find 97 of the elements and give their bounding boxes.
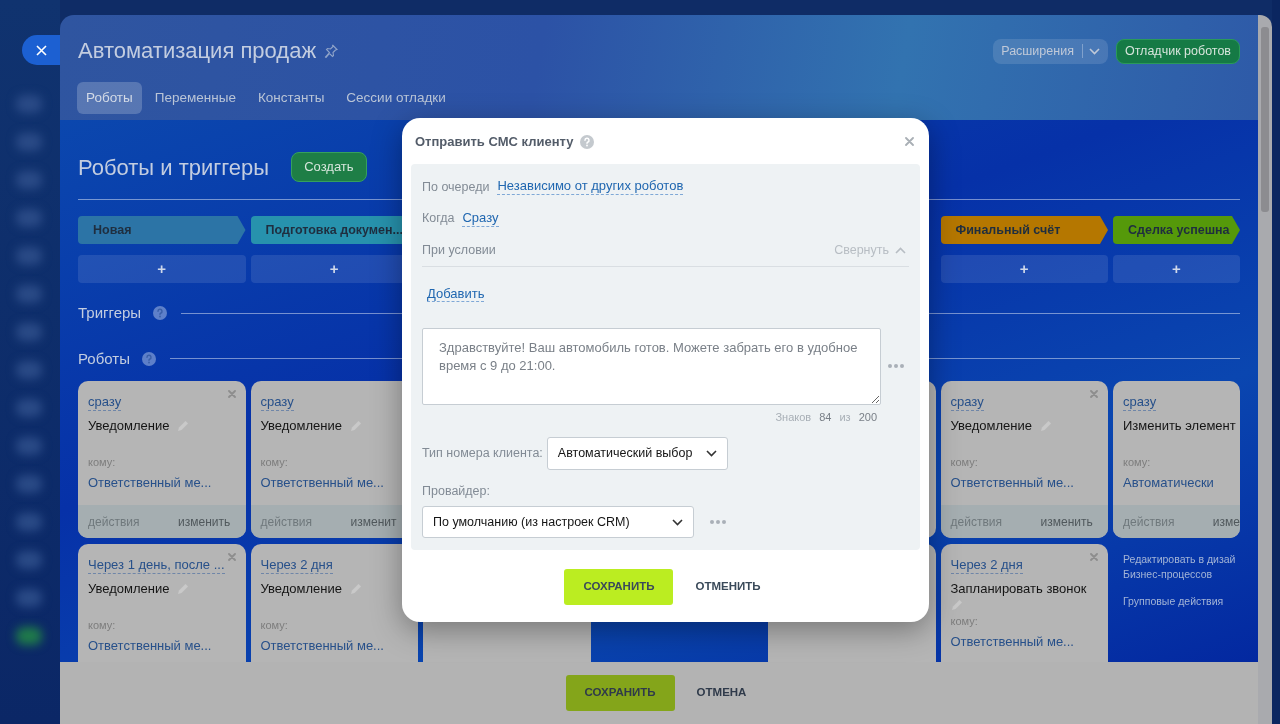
counter-label: Знаков (775, 409, 812, 425)
tab[interactable]: Константы (248, 82, 334, 115)
debugger-button[interactable]: Отладчик роботов (1115, 38, 1240, 64)
robot-title: Уведомление (260, 580, 342, 598)
scrollbar[interactable] (1258, 15, 1272, 724)
timing-link[interactable]: сразу (950, 394, 984, 411)
close-icon[interactable] (227, 553, 236, 561)
value-link[interactable]: Независимо от других роботов (497, 178, 684, 196)
edit-link[interactable]: изменить (1040, 512, 1093, 531)
create-button[interactable]: Создать (291, 152, 367, 182)
chevron-down-icon (672, 518, 683, 526)
timing-link[interactable]: Через 2 дня (260, 557, 333, 574)
recipient-link[interactable]: Ответственный ме... (88, 636, 212, 656)
tab[interactable]: Роботы (77, 82, 142, 115)
timing-link[interactable]: сразу (88, 394, 122, 411)
help-icon (580, 134, 595, 149)
sidebar-icon[interactable] (16, 475, 42, 493)
add-button[interactable]: + (1113, 255, 1240, 283)
add-condition-link[interactable]: Добавить (427, 285, 485, 302)
extensions-button[interactable]: Расширения (993, 38, 1108, 64)
edit-link[interactable]: изме (1212, 512, 1240, 531)
timing-link[interactable]: сразу (260, 394, 294, 411)
robot-title: Уведомление (88, 417, 170, 435)
section-heading: Роботы (78, 348, 130, 369)
dialog-title: Отправить СМС клиенту (415, 133, 574, 151)
sidebar-icon[interactable] (16, 323, 42, 341)
sidebar-icon[interactable] (16, 627, 42, 645)
counter-value: 84 (819, 409, 832, 425)
phone-type-select[interactable]: Автоматический выбор (546, 437, 729, 471)
provider-select[interactable]: По умолчанию (из настроек CRM) (422, 506, 694, 538)
sidebar-icon[interactable] (16, 437, 42, 455)
add-button[interactable]: + (78, 255, 246, 283)
designer-link[interactable]: Редактировать в дизай Бизнес-процессов (1113, 552, 1240, 582)
chevron-up-icon (895, 246, 906, 254)
robot-title: Уведомление (260, 417, 342, 435)
counter-value: 200 (858, 409, 877, 425)
timing-link[interactable]: Через 2 дня (950, 557, 1023, 574)
sidebar-icon[interactable] (16, 209, 42, 227)
field-label: Провайдер: (422, 483, 491, 501)
sidebar-icon[interactable] (16, 95, 42, 113)
field-label: По очереди (422, 178, 490, 196)
section-title: Роботы и триггеры (78, 153, 270, 182)
sidebar-icon[interactable] (16, 513, 42, 531)
stage-tab[interactable]: Новая (78, 216, 246, 244)
recipient-link[interactable]: Ответственный ме... (260, 636, 384, 656)
sidebar-icon[interactable] (16, 361, 42, 379)
value-link[interactable]: Сразу (462, 210, 499, 228)
section-heading: Триггеры (78, 303, 142, 323)
field-label: Тип номера клиента: (422, 445, 543, 463)
more-icon[interactable] (710, 520, 726, 524)
save-button[interactable]: СОХРАНИТЬ (565, 675, 675, 711)
recipient-link[interactable]: Автоматически (1123, 473, 1214, 493)
page-title: Автоматизация продаж (78, 37, 317, 65)
save-button[interactable]: СОХРАНИТЬ (564, 568, 674, 605)
close-button[interactable] (22, 35, 60, 65)
sidebar-icon[interactable] (16, 247, 42, 265)
more-icon[interactable] (888, 364, 904, 369)
sidebar-icon[interactable] (16, 171, 42, 189)
recipient-link[interactable]: Ответственный ме... (950, 632, 1074, 652)
close-icon[interactable] (1090, 390, 1098, 398)
message-field[interactable]: Здравствуйте! Ваш автомобиль готов. Можете забрать его в удобное время с 9 до 21:00. (422, 327, 881, 405)
sidebar-icon[interactable] (16, 399, 42, 417)
robot-title: Запланировать звонок (950, 580, 1087, 598)
add-button[interactable]: + (940, 255, 1108, 283)
cancel-button[interactable]: ОТМЕНИТЬ (689, 576, 767, 597)
timing-link[interactable]: Через 1 день, после ... (88, 557, 225, 574)
counter-label: из (839, 409, 851, 425)
field-label: При условии (422, 242, 496, 259)
sidebar-icon[interactable] (16, 551, 42, 569)
recipient-link[interactable]: Ответственный ме... (950, 473, 1074, 493)
stage-tab[interactable]: Сделка успешна (1113, 216, 1240, 244)
sidebar-icon[interactable] (16, 589, 42, 607)
robot-title: Уведомление (950, 417, 1032, 435)
close-icon[interactable] (227, 390, 236, 398)
chevron-down-icon (706, 450, 718, 458)
stage-tab[interactable]: Финальный счёт (940, 216, 1108, 244)
tab[interactable]: Сессии отладки (337, 82, 455, 115)
designer-link[interactable]: Групповые действия (1113, 594, 1240, 609)
robot-title: Изменить элемент (1123, 417, 1236, 435)
help-icon (141, 351, 156, 366)
recipient-link[interactable]: Ответственный ме... (88, 473, 212, 493)
close-icon[interactable] (905, 137, 914, 147)
field-label: Когда (422, 210, 455, 228)
robot-title: Уведомление (88, 580, 170, 598)
pin-icon (324, 44, 339, 58)
sidebar-icon[interactable] (16, 285, 42, 303)
sidebar-icon[interactable] (16, 133, 42, 151)
close-icon (35, 44, 47, 56)
timing-link[interactable]: сразу (1123, 394, 1157, 411)
recipient-link[interactable]: Ответственный ме... (260, 473, 384, 493)
close-icon[interactable] (1090, 553, 1098, 561)
edit-link[interactable]: изменит (350, 512, 397, 531)
help-icon (153, 306, 168, 321)
chevron-down-icon (1088, 47, 1100, 55)
edit-link[interactable]: изменить (178, 512, 231, 531)
tab[interactable]: Переменные (145, 82, 245, 115)
cancel-button[interactable]: ОТМЕНА (690, 683, 753, 703)
